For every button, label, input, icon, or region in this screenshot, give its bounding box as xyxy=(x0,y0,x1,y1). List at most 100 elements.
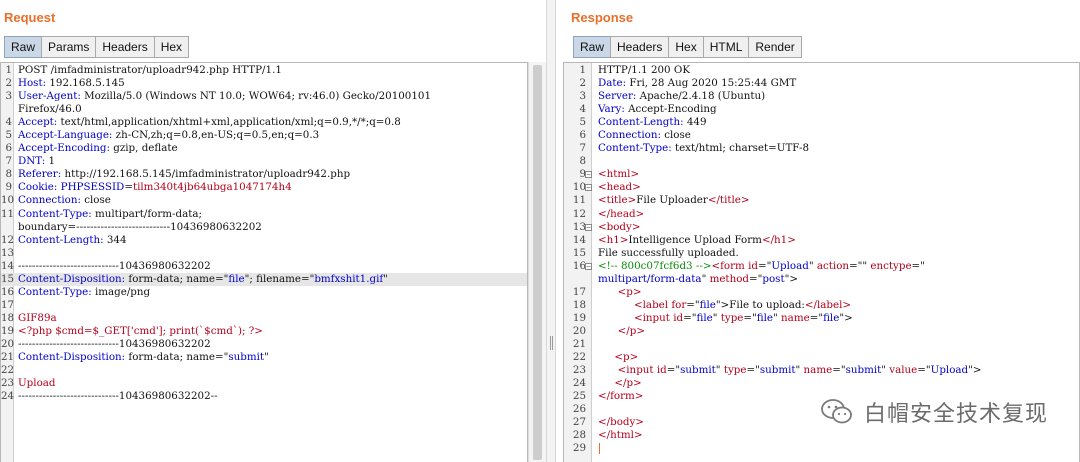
line-number: 13 xyxy=(1,246,15,259)
code-token: " xyxy=(773,311,782,324)
code-token: <title> xyxy=(598,194,637,207)
code-token: GIF89a xyxy=(18,311,57,324)
code-token: </p> xyxy=(598,377,642,390)
fold-toggle-icon[interactable]: − xyxy=(585,171,592,179)
code-token: <!-- 800c07fcf6d3 --> xyxy=(598,259,712,272)
code-token: =" xyxy=(809,311,824,324)
response-code-line: 2 Date: Fri, 28 Aug 2020 15:25:44 GMT xyxy=(564,77,1079,90)
request-tab-params[interactable]: Params xyxy=(41,36,97,58)
code-token: boundary=---------------------------1043… xyxy=(18,220,262,233)
request-title: Request xyxy=(4,10,56,25)
code-token: <h1> xyxy=(598,233,629,246)
code-token: submit xyxy=(759,364,796,377)
response-title: Response xyxy=(571,10,634,25)
code-token: file xyxy=(699,298,716,311)
response-tab-headers[interactable]: Headers xyxy=(610,36,670,58)
fold-toggle-icon[interactable]: − xyxy=(585,223,592,231)
response-code-line: 21 xyxy=(564,338,1079,351)
line-code: Content-Disposition: form-data; name="su… xyxy=(18,351,269,364)
code-token: form-data; name=" xyxy=(125,272,229,285)
code-token: Upload xyxy=(930,364,969,377)
line-code: <html> xyxy=(598,168,639,181)
line-number: 23 xyxy=(1,377,15,390)
code-token: </label> xyxy=(804,298,852,311)
wechat-icon xyxy=(821,399,852,424)
response-tab-hex[interactable]: Hex xyxy=(668,36,704,58)
watermark-text: 白帽安全技术复现 xyxy=(863,402,1048,427)
code-token: 1 xyxy=(45,155,56,168)
code-token: HTTP/1.1 200 OK xyxy=(598,64,691,76)
code-token: =" xyxy=(832,364,846,377)
code-token: Accept-Encoding xyxy=(624,103,717,116)
code-token: text/html; charset=UTF-8 xyxy=(671,142,810,155)
response-pane: Response Raw Headers Hex HTML Render 1 HT… xyxy=(556,0,1080,462)
code-token: </form> xyxy=(598,390,644,403)
code-token: " xyxy=(383,272,388,285)
response-code-line: 10− <head> xyxy=(564,181,1079,194)
request-code-line: 18 GIF89a xyxy=(1,312,527,325)
line-code: Upload xyxy=(18,377,56,390)
request-code-line: 6 Accept-Encoding: gzip, deflate xyxy=(1,142,527,155)
code-token: Vary: xyxy=(598,103,625,116)
fold-toggle-icon[interactable]: − xyxy=(585,184,592,192)
line-code: Firefox/46.0 xyxy=(18,103,82,116)
code-token: image/png xyxy=(91,285,151,298)
code-token: tilm340t4jb64ubga1047174h4 xyxy=(132,181,292,194)
line-number: 16 xyxy=(1,285,15,298)
request-code-line: 4 Accept: text/html,application/xhtml+xml… xyxy=(1,116,527,129)
splitter-grip-icon[interactable] xyxy=(550,336,553,350)
code-token: </body> xyxy=(598,416,644,429)
request-tab-hex[interactable]: Hex xyxy=(153,36,190,58)
fold-toggle-icon[interactable]: − xyxy=(585,262,592,270)
response-tab-html[interactable]: HTML xyxy=(702,36,750,58)
line-code: Accept-Language: zh-CN,zh;q=0.8,en-US;q=… xyxy=(18,129,319,142)
response-code-line: 19 <input id="file" type="file" name="fi… xyxy=(564,312,1079,325)
code-token: gzip, deflate xyxy=(109,142,178,155)
request-code-line: 15 Content-Disposition: form-data; name="… xyxy=(1,272,527,286)
request-code-line: 20 -----------------------------104369806… xyxy=(1,338,527,351)
line-code: -----------------------------10436980632… xyxy=(18,390,218,403)
line-number: 12 xyxy=(1,233,15,246)
code-token: file xyxy=(823,311,840,324)
request-code-line: 17 xyxy=(1,299,527,312)
request-code-line: 5 Accept-Language: zh-CN,zh;q=0.8,en-US;q… xyxy=(1,129,527,142)
response-code-line: 24 </p> xyxy=(564,377,1079,390)
request-tab-raw[interactable]: Raw xyxy=(4,36,43,58)
request-tab-headers[interactable]: Headers xyxy=(95,36,155,58)
code-token: File Uploader xyxy=(636,194,708,207)
response-code-line: 13− <body> xyxy=(564,221,1079,234)
code-token: <form xyxy=(711,259,749,272)
line-number: 10 xyxy=(572,181,586,194)
line-code: Server: Apache/2.4.18 (Ubuntu) xyxy=(598,90,765,103)
code-token: type xyxy=(723,364,747,377)
response-code-line: 12 </head> xyxy=(564,208,1079,221)
line-number: 21 xyxy=(572,337,586,350)
line-code: Content-Disposition: form-data; name="fi… xyxy=(18,273,388,286)
request-editor[interactable]: 1 POST /imfadministrator/uploadr942.php H… xyxy=(0,62,528,462)
code-token: close xyxy=(80,194,111,207)
response-tabs: Raw Headers Hex HTML Render xyxy=(573,36,802,58)
pane-splitter[interactable] xyxy=(546,0,556,462)
code-token: text/html,application/xhtml+xml,applicat… xyxy=(57,116,401,129)
code-token: enctype xyxy=(870,259,912,272)
line-number: 2 xyxy=(5,77,12,90)
request-pane: Request Raw Params Headers Hex 1 POST /im… xyxy=(0,0,546,462)
response-code-line: 29 xyxy=(564,442,1079,455)
line-code: User-Agent: Mozilla/5.0 (Windows NT 10.0… xyxy=(18,90,431,103)
request-code-line: 12 Content-Length: 344 xyxy=(1,234,527,247)
response-tab-raw[interactable]: Raw xyxy=(573,36,612,58)
code-token: Mozilla/5.0 (Windows NT 10.0; WOW64; rv:… xyxy=(80,90,432,103)
line-number: 1 xyxy=(5,64,12,76)
code-token: Apache/2.4.18 (Ubuntu) xyxy=(636,90,766,103)
request-scrollbar-thumb[interactable] xyxy=(533,65,542,460)
line-number: 8 xyxy=(579,155,586,168)
code-token: " xyxy=(715,364,724,377)
line-code: <h1>Intelligence Upload Form</h1> xyxy=(598,234,796,247)
line-code: </body> xyxy=(598,416,644,429)
request-scrollbar[interactable] xyxy=(528,62,546,462)
response-tab-render[interactable]: Render xyxy=(748,36,802,58)
line-code: DNT: 1 xyxy=(18,155,55,168)
line-number: 14 xyxy=(572,233,586,246)
code-token: Firefox/46.0 xyxy=(18,103,82,116)
line-code: Vary: Accept-Encoding xyxy=(598,103,717,116)
